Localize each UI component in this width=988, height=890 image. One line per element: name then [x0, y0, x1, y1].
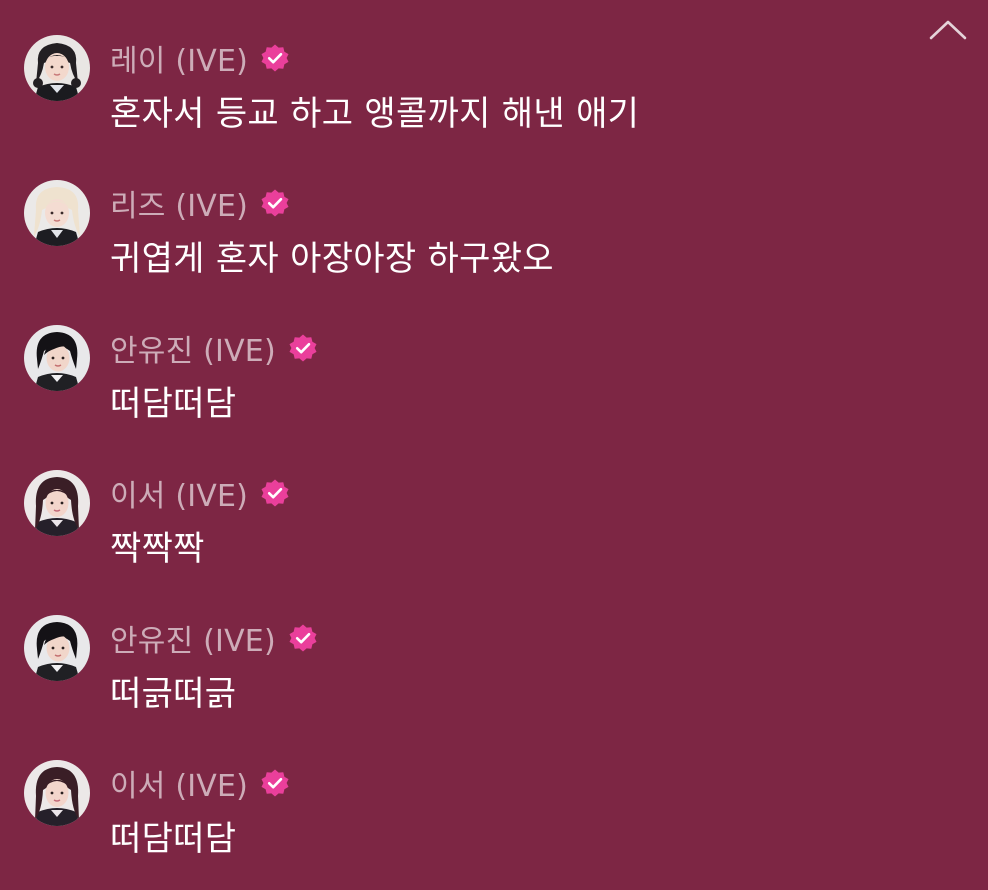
message-text: 떠담떠담	[110, 819, 237, 859]
chat-message: 이서 (IVE) 짝짝짝	[0, 435, 988, 575]
verified-badge-icon	[289, 334, 317, 362]
author-name[interactable]: 레이 (IVE)	[110, 36, 248, 80]
verified-badge-icon	[261, 769, 289, 797]
author-name[interactable]: 이서 (IVE)	[110, 471, 248, 515]
message-text: 떠담떠담	[110, 384, 237, 424]
message-text: 혼자서 등교 하고 앵콜까지 해낸 애기	[110, 94, 640, 134]
chat-message: 안유진 (IVE) 떠긁떠긁	[0, 580, 988, 720]
liz-avatar[interactable]	[24, 180, 90, 246]
author-name[interactable]: 안유진 (IVE)	[110, 616, 276, 660]
verified-badge-icon	[261, 189, 289, 217]
leeseo-avatar[interactable]	[24, 760, 90, 826]
chat-message: 레이 (IVE) 혼자서 등교 하고 앵콜까지 해낸 애기	[0, 0, 988, 140]
author-name[interactable]: 안유진 (IVE)	[110, 326, 276, 370]
chat-message: 이서 (IVE) 떠담떠담	[0, 725, 988, 865]
yujin-avatar[interactable]	[24, 325, 90, 391]
leeseo-avatar[interactable]	[24, 470, 90, 536]
message-text: 짝짝짝	[110, 529, 205, 569]
message-text: 떠긁떠긁	[110, 674, 237, 714]
rei-avatar[interactable]	[24, 35, 90, 101]
yujin-avatar[interactable]	[24, 615, 90, 681]
author-name[interactable]: 이서 (IVE)	[110, 761, 248, 805]
chat-message: 안유진 (IVE) 떠담떠담	[0, 290, 988, 430]
verified-badge-icon	[261, 44, 289, 72]
verified-badge-icon	[261, 479, 289, 507]
message-text: 귀엽게 혼자 아장아장 하구왔오	[110, 239, 554, 279]
chat-message: 리즈 (IVE) 귀엽게 혼자 아장아장 하구왔오	[0, 145, 988, 285]
author-name[interactable]: 리즈 (IVE)	[110, 181, 248, 225]
verified-badge-icon	[289, 624, 317, 652]
